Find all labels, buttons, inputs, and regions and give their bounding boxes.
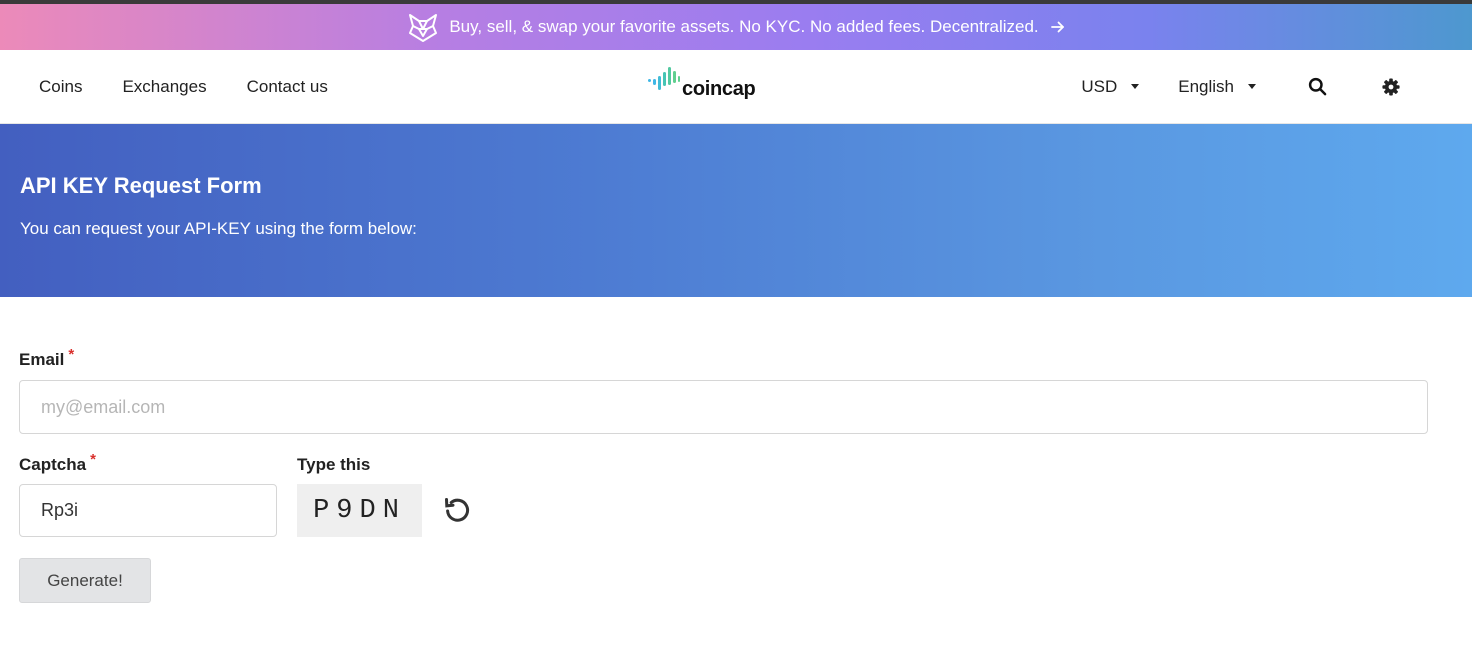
fox-icon [407,11,439,43]
language-value: English [1178,76,1234,96]
generate-button[interactable]: Generate! [19,558,151,603]
nav-controls: USD English [1081,50,1472,123]
email-label: Email * [19,346,74,370]
required-mark: * [68,346,75,363]
page-subtitle: You can request your API-KEY using the f… [20,219,417,238]
type-this-label: Type this [297,455,371,474]
caret-down-icon [1131,84,1140,89]
coincap-logo[interactable]: coincap [648,67,756,100]
nav-links: Coins Exchanges Contact us [19,77,348,97]
gear-icon[interactable] [1382,77,1400,96]
email-label-text: Email [19,350,65,369]
page-title: API KEY Request Form [20,173,262,198]
captcha-input[interactable] [19,484,277,537]
promo-text[interactable]: Buy, sell, & swap your favorite assets. … [449,17,1038,37]
nav-link-contact-us[interactable]: Contact us [227,77,348,97]
logo-bars-icon [648,67,680,90]
email-input[interactable] [19,380,1428,434]
nav-link-exchanges[interactable]: Exchanges [102,77,226,97]
captcha-image: P9DN [297,484,422,537]
search-icon[interactable] [1308,77,1327,96]
currency-dropdown[interactable]: USD [1081,76,1140,97]
hero-banner: API KEY Request Form You can request you… [0,124,1472,297]
promo-banner[interactable]: Buy, sell, & swap your favorite assets. … [0,4,1472,50]
currency-value: USD [1081,76,1118,96]
refresh-icon[interactable] [442,494,472,524]
captcha-label-text: Captcha [19,455,87,474]
caret-down-icon [1248,84,1256,89]
language-dropdown[interactable]: English [1178,77,1256,97]
captcha-code: P9DN [313,495,406,526]
logo-text: coincap [682,78,756,100]
nav-link-coins[interactable]: Coins [19,77,102,97]
required-mark: * [90,451,96,468]
arrow-right-icon [1050,20,1065,34]
captcha-label: Captcha * [19,451,96,475]
main-navbar: Coins Exchanges Contact us coincap USD E… [0,50,1472,124]
